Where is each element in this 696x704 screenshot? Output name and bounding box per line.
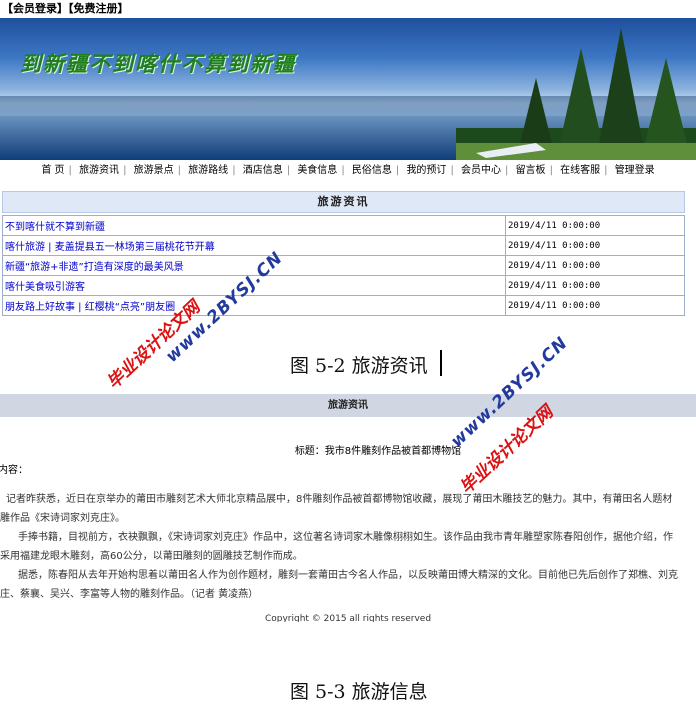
table-row: 喀什旅游 | 麦盖提县五一林场第三届桃花节开幕 2019/4/11 0:00:0… — [2, 235, 685, 256]
article-body: 记者昨获悉，近日在京举办的莆田市雕刻艺术大师北京精品展中，8件雕刻作品被首都博物… — [0, 490, 696, 604]
article-paragraph: 采用福建龙眼木雕刻，高60公分，以莆田雕刻的圆雕技艺制作而成。 — [0, 551, 303, 562]
nav-separator: | — [549, 165, 553, 176]
nav-separator: | — [395, 165, 400, 176]
nav-scenic-spots[interactable]: 旅游景点 — [134, 165, 174, 176]
nav-travel-news[interactable]: 旅游资讯 — [79, 165, 119, 176]
copyright-footer: Copyright © 2015 all rights reserved — [264, 614, 432, 622]
article-paragraph: 手捧书籍，目视前方，衣袂飘飘，《宋诗词家刘克庄》作品中，这位著名诗词家木雕像栩栩… — [18, 532, 673, 543]
nav-travel-routes[interactable]: 旅游路线 — [188, 165, 228, 176]
news-panel-title: 旅游资讯 — [2, 191, 685, 213]
nav-separator: | — [123, 165, 127, 176]
news-date: 2019/4/11 0:00:00 — [505, 275, 685, 296]
nav-guestbook[interactable]: 留言板 — [516, 165, 546, 176]
news-date: 2019/4/11 0:00:00 — [505, 235, 685, 256]
news-title-link[interactable]: 不到喀什就不算到新疆 — [5, 222, 105, 233]
nav-online-service[interactable]: 在线客服 — [560, 165, 600, 176]
figure-caption-5-3: 图 5-3 旅游信息 — [290, 681, 428, 703]
table-row: 喀什美食吸引游客 2019/4/11 0:00:00 — [2, 275, 685, 296]
nav-separator: | — [232, 165, 236, 176]
article-paragraph: 雕作品《宋诗词家刘克庄》。 — [0, 513, 125, 524]
screenshot-news-detail: 旅游资讯 标题：我市8件雕刻作品被首都博物馆 内容： 记者昨获悉，近日在京举办的… — [0, 394, 696, 622]
nav-member-center[interactable]: 会员中心 — [461, 165, 501, 176]
content-label: 内容： — [0, 465, 28, 476]
main-nav: 首 页 | 旅游资讯 | 旅游景点 | 旅游路线 | 酒店信息 | 美食信息 | 民俗信息 |… — [0, 160, 696, 182]
nav-separator: | — [604, 165, 608, 176]
news-title-link[interactable]: 朋友路上好故事 | 红樱桃“点亮”朋友圈 — [5, 302, 175, 313]
detail-panel-title: 旅游资讯 — [0, 394, 696, 417]
news-title-link[interactable]: 新疆“旅游+非遗”打造有深度的最美风景 — [5, 262, 184, 273]
figure-caption-5-2: 图 5-2 旅游资讯 — [290, 355, 428, 377]
article-title: 标题：我市8件雕刻作品被首都博物馆 — [294, 446, 462, 457]
nav-separator: | — [450, 165, 454, 176]
text-cursor — [440, 350, 442, 376]
news-title-link[interactable]: 喀什美食吸引游客 — [5, 282, 85, 293]
article-paragraph: 记者昨获悉，近日在京举办的莆田市雕刻艺术大师北京精品展中，8件雕刻作品被首都博物… — [6, 494, 673, 505]
nav-separator: | — [177, 165, 181, 176]
screenshot-travel-news: 【会员登录】【免费注册】 到新疆不到喀什不算到新疆 首 页 | 旅游资讯 | 旅游景… — [0, 0, 696, 322]
nav-hotel-info[interactable]: 酒店信息 — [243, 165, 283, 176]
article-paragraph: 据悉，陈春阳从去年开始构思着以莆田名人作为创作题材，雕刻一套莆田古今名人作品，以… — [18, 570, 678, 581]
article-paragraph: 庄、蔡襄、吴兴、李富等人物的雕刻作品。（记者 黄凌燕） — [0, 589, 259, 600]
news-title-link[interactable]: 喀什旅游 | 麦盖提县五一林场第三届桃花节开幕 — [5, 242, 215, 253]
news-date: 2019/4/11 0:00:00 — [505, 255, 685, 276]
member-login-link[interactable]: 【会员登录】 — [2, 2, 68, 15]
nav-separator: | — [341, 165, 345, 176]
header-banner: 到新疆不到喀什不算到新疆 — [0, 18, 696, 160]
nav-my-bookings[interactable]: 我的预订 — [406, 165, 446, 176]
news-table: 不到喀什就不算到新疆 2019/4/11 0:00:00 喀什旅游 | 麦盖提县… — [2, 215, 685, 316]
news-panel: 旅游资讯 不到喀什就不算到新疆 2019/4/11 0:00:00 喀什旅游 |… — [2, 191, 685, 316]
table-row: 不到喀什就不算到新疆 2019/4/11 0:00:00 — [2, 215, 685, 236]
top-links: 【会员登录】【免费注册】 — [0, 0, 696, 18]
nav-food-info[interactable]: 美食信息 — [297, 165, 337, 176]
news-date: 2019/4/11 0:00:00 — [505, 295, 685, 316]
table-row: 朋友路上好故事 | 红樱桃“点亮”朋友圈 2019/4/11 0:00:00 — [2, 295, 685, 316]
table-row: 新疆“旅游+非遗”打造有深度的最美风景 2019/4/11 0:00:00 — [2, 255, 685, 276]
nav-separator: | — [68, 165, 72, 176]
nav-folk-info[interactable]: 民俗信息 — [352, 165, 392, 176]
banner-slogan: 到新疆不到喀什不算到新疆 — [20, 52, 296, 76]
banner-trees-image — [456, 28, 696, 160]
nav-home[interactable]: 首 页 — [41, 165, 64, 176]
nav-separator: | — [286, 165, 291, 176]
news-date: 2019/4/11 0:00:00 — [505, 215, 685, 236]
nav-separator: | — [505, 165, 509, 176]
free-register-link[interactable]: 【免费注册】 — [68, 2, 129, 15]
nav-admin-login[interactable]: 管理登录 — [615, 165, 655, 176]
